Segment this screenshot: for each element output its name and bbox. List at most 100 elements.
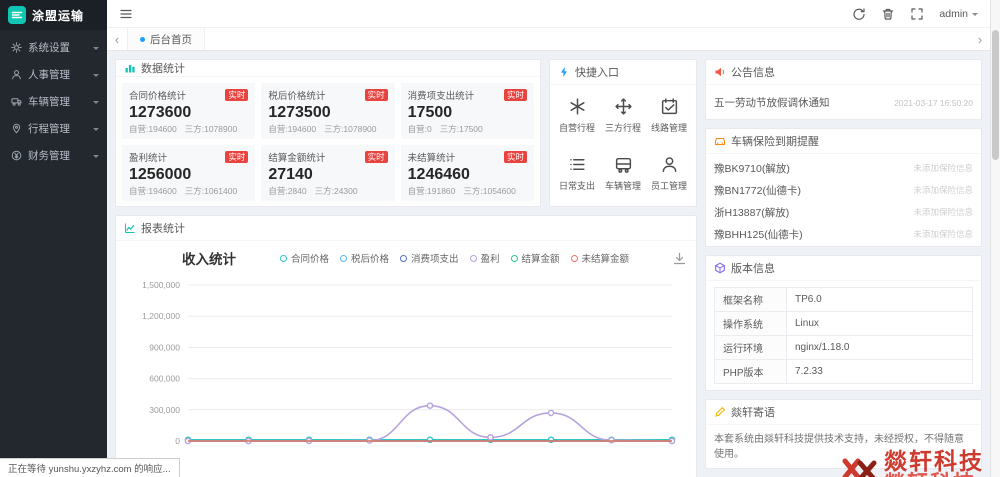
top-row: 数据统计 合同价格统计实时 1273600 自营:194600三方:107890…	[115, 59, 697, 207]
sidebar-item-hr[interactable]: 人事管理	[0, 61, 107, 88]
tabs-scroll-left[interactable]: ‹	[107, 28, 127, 50]
stat-card-third: 三方:1078900	[185, 123, 237, 135]
tab-dashboard-home[interactable]: 后台首页	[127, 28, 205, 50]
asterisk-icon	[568, 97, 587, 116]
stat-card-value: 17500	[408, 104, 527, 122]
insurance-note: 未添加保险信息	[913, 228, 973, 240]
realtime-badge: 实时	[504, 151, 527, 163]
scrollbar-thumb[interactable]	[992, 30, 999, 160]
insurance-reminder-panel: 车辆保险到期提醒 豫BK9710(解放) 未添加保险信息 豫BN1772(仙德卡…	[705, 128, 982, 247]
version-info-panel: 版本信息 框架名称TP6.0 操作系统Linux 运行环境nginx/1.18.…	[705, 255, 982, 391]
quick-item-third-trip[interactable]: 三方行程	[600, 87, 646, 145]
user-menu[interactable]: admin	[939, 8, 978, 20]
quick-item-daily-expense[interactable]: 日常支出	[554, 145, 600, 203]
panel-header: 快捷入口	[550, 60, 696, 85]
refresh-icon[interactable]	[852, 7, 866, 21]
quick-item-route-manage[interactable]: 线路管理	[646, 87, 692, 145]
legend-item[interactable]: 税后价格	[340, 251, 389, 265]
legend-item[interactable]: 盈利	[470, 251, 500, 265]
fullscreen-icon[interactable]	[910, 7, 924, 21]
legend-marker	[340, 255, 347, 262]
download-chart-icon[interactable]	[673, 252, 686, 265]
panel-header: 车辆保险到期提醒	[706, 129, 981, 154]
clear-cache-icon[interactable]	[881, 7, 895, 21]
collapse-menu-icon[interactable]	[119, 7, 133, 21]
stat-card-self: 自营:2840	[268, 185, 306, 197]
legend-item[interactable]: 结算金额	[511, 251, 560, 265]
insurance-note: 未添加保险信息	[913, 184, 973, 196]
sidebar-item-vehicle[interactable]: 车辆管理	[0, 88, 107, 115]
insurance-list: 豫BK9710(解放) 未添加保险信息 豫BN1772(仙德卡) 未添加保险信息…	[706, 154, 981, 247]
chart-legend: 合同价格 税后价格 消费项支出 盈利 结算金额 未结算金额	[236, 251, 673, 265]
tabs-scroll-right[interactable]: ›	[970, 28, 990, 50]
legend-item[interactable]: 未结算金额	[571, 251, 630, 265]
svg-text:900,000: 900,000	[149, 342, 180, 352]
insurance-note: 未添加保险信息	[913, 206, 973, 218]
chevron-down-icon	[93, 101, 99, 107]
insurance-row[interactable]: 浙H13887(解放) 未添加保险信息	[706, 201, 981, 223]
quick-item-self-trip[interactable]: 自营行程	[554, 87, 600, 145]
stat-card-name: 未结算统计	[408, 150, 456, 164]
sidebar-item-finance[interactable]: 财务管理	[0, 142, 107, 169]
notice-item[interactable]: 五一劳动节放假调休通知 2021-03-17 16:50:20	[706, 85, 981, 120]
sidebar-item-label: 行程管理	[28, 121, 70, 136]
insurance-row[interactable]: 豫BK9710(解放) 未添加保险信息	[706, 157, 981, 179]
stat-card: 税后价格统计实时 1273500 自营:194600三方:1078900	[261, 83, 394, 139]
insurance-note: 未添加保险信息	[913, 162, 973, 174]
insurance-row[interactable]: 豫BHH125(仙德卡) 未添加保险信息	[706, 223, 981, 245]
stat-card-name: 消费项支出统计	[408, 88, 475, 102]
stat-card-name: 合同价格统计	[129, 88, 186, 102]
panel-header: 公告信息	[706, 60, 981, 85]
person-icon	[660, 155, 679, 174]
legend-marker	[400, 255, 407, 262]
panel-header: 报表统计	[116, 216, 696, 241]
data-statistics-panel: 数据统计 合同价格统计实时 1273600 自营:194600三方:107890…	[115, 59, 541, 207]
sidebar-item-system-settings[interactable]: 系统设置	[0, 34, 107, 61]
lightning-icon	[558, 66, 570, 78]
gear-icon	[11, 42, 22, 53]
legend-marker	[280, 255, 287, 262]
quick-item-staff-manage[interactable]: 员工管理	[646, 145, 692, 203]
stat-card-name: 结算金额统计	[268, 150, 325, 164]
tab-label: 后台首页	[150, 32, 192, 47]
legend-item[interactable]: 消费项支出	[400, 251, 459, 265]
sidebar-item-label: 车辆管理	[28, 94, 70, 109]
main-content: 数据统计 合同价格统计实时 1273600 自营:194600三方:107890…	[107, 51, 990, 477]
panel-title: 快捷入口	[575, 64, 619, 80]
tabbar: ‹ 后台首页 ›	[107, 28, 990, 51]
svg-text:1,200,000: 1,200,000	[142, 311, 180, 321]
sidebar-item-label: 系统设置	[28, 40, 70, 55]
stat-card-value: 1246460	[408, 166, 527, 184]
stat-card: 未结算统计实时 1246460 自营:191860三方:1054600	[401, 145, 534, 201]
svg-text:0: 0	[175, 436, 180, 446]
notice-panel: 公告信息 五一劳动节放假调休通知 2021-03-17 16:50:20	[705, 59, 982, 120]
insurance-row[interactable]: 豫BN1772(仙德卡) 未添加保险信息	[706, 179, 981, 201]
legend-item[interactable]: 合同价格	[280, 251, 329, 265]
income-line-chart[interactable]: 0300,000600,000900,0001,200,0001,500,000	[126, 271, 684, 477]
browser-status-bar: 正在等待 yunshu.yxzyhz.com 的响应...	[0, 458, 180, 477]
panel-title: 版本信息	[731, 260, 775, 276]
sidebar-item-label: 人事管理	[28, 67, 70, 82]
sidebar-item-trip[interactable]: 行程管理	[0, 115, 107, 142]
panel-title: 数据统计	[141, 60, 185, 76]
version-row: 框架名称TP6.0	[715, 288, 973, 312]
quick-item-vehicle-manage[interactable]: 车辆管理	[600, 145, 646, 203]
panel-header: 版本信息	[706, 256, 981, 281]
version-row: 操作系统Linux	[715, 312, 973, 336]
username: admin	[939, 8, 968, 20]
stat-card-self: 自营:191860	[408, 185, 456, 197]
app-logo[interactable]: 涂盟运输	[0, 0, 107, 30]
browser-scrollbar[interactable]	[990, 0, 1000, 477]
stat-card: 消费项支出统计实时 17500 自营:0三方:17500	[401, 83, 534, 139]
chevron-down-icon	[93, 155, 99, 161]
realtime-badge: 实时	[225, 89, 248, 101]
stat-card-third: 三方:1061400	[185, 185, 237, 197]
move-arrows-icon	[614, 97, 633, 116]
quick-entry-panel: 快捷入口 自营行程 三方行程 线路管理	[549, 59, 697, 207]
stat-card-third: 三方:17500	[440, 123, 483, 135]
legend-marker	[511, 255, 518, 262]
stat-card-self: 自营:0	[408, 123, 432, 135]
active-tab-dot	[140, 37, 145, 42]
svg-text:600,000: 600,000	[149, 374, 180, 384]
bus-icon	[614, 155, 633, 174]
